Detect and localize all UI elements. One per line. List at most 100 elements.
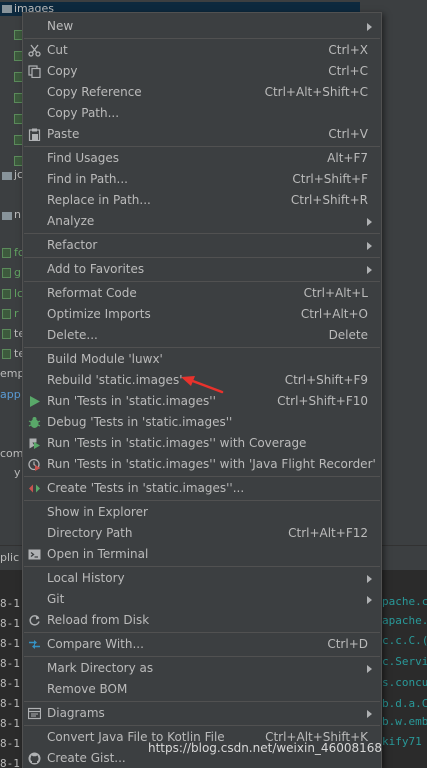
log-line: kify71	[382, 735, 422, 748]
menu-item-label: Local History	[47, 571, 125, 585]
menu-item-label: Cut	[47, 43, 68, 57]
folder-icon	[2, 5, 12, 13]
menu-item-label: Rebuild 'static.images'	[47, 373, 183, 387]
log-line: c.Servi	[382, 655, 427, 668]
menu-item-reformat-code[interactable]: Reformat Code Ctrl+Alt+L	[23, 283, 381, 304]
menu-item-paste[interactable]: Paste Ctrl+V	[23, 124, 381, 145]
menu-item-cut[interactable]: Cut Ctrl+X	[23, 40, 381, 61]
shortcut-label: Ctrl+D	[327, 637, 368, 651]
run-tab-label[interactable]: plic	[0, 551, 19, 564]
menu-item-label: Mark Directory as	[47, 661, 154, 675]
menu-item-directory-path[interactable]: Directory Path Ctrl+Alt+F12	[23, 523, 381, 544]
submenu-arrow-icon	[367, 596, 372, 604]
shortcut-label: Ctrl+Shift+F10	[277, 394, 368, 408]
menu-item-refactor[interactable]: Refactor	[23, 235, 381, 256]
menu-item-label: Find in Path...	[47, 172, 128, 186]
menu-item-label: Diagrams	[47, 706, 105, 720]
menu-item-find-in-path[interactable]: Find in Path... Ctrl+Shift+F	[23, 169, 381, 190]
menu-item-show-in-explorer[interactable]: Show in Explorer	[23, 502, 381, 523]
menu-item-copy-path[interactable]: Copy Path...	[23, 103, 381, 124]
log-line: s.concu	[382, 676, 427, 689]
log-line: b.d.a.C	[382, 697, 427, 710]
menu-item-label: Remove BOM	[47, 682, 128, 696]
menu-item-optimize-imports[interactable]: Optimize Imports Ctrl+Alt+O	[23, 304, 381, 325]
menu-item-run-jfr[interactable]: Run 'Tests in 'static.images'' with 'Jav…	[23, 454, 381, 475]
folder-icon	[2, 172, 12, 180]
menu-item-label: Copy Path...	[47, 106, 120, 120]
menu-item-open-in-terminal[interactable]: Open in Terminal	[23, 544, 381, 565]
coverage-icon	[28, 437, 41, 450]
menu-item-copy-reference[interactable]: Copy Reference Ctrl+Alt+Shift+C	[23, 82, 381, 103]
shortcut-label: Ctrl+Alt+Shift+C	[264, 85, 368, 99]
file-icon	[2, 309, 11, 319]
menu-item-label: Run 'Tests in 'static.images''	[47, 394, 216, 408]
log-line: apache.	[382, 614, 427, 627]
menu-item-local-history[interactable]: Local History	[23, 568, 381, 589]
tree-item-label: y	[14, 466, 21, 479]
log-line: 8-1	[0, 757, 20, 768]
submenu-arrow-icon	[367, 242, 372, 250]
menu-item-label: Run 'Tests in 'static.images'' with Cove…	[47, 436, 307, 450]
menu-item-create-tests[interactable]: Create 'Tests in 'static.images''...	[23, 478, 381, 499]
menu-item-label: Create 'Tests in 'static.images''...	[47, 481, 245, 495]
shortcut-label: Ctrl+C	[328, 64, 368, 78]
watermark-text: https://blog.csdn.net/weixin_46008168	[148, 741, 383, 755]
menu-item-copy[interactable]: Copy Ctrl+C	[23, 61, 381, 82]
terminal-icon	[28, 548, 41, 561]
shortcut-label: Ctrl+Shift+F	[292, 172, 368, 186]
menu-item-remove-bom[interactable]: Remove BOM	[23, 679, 381, 700]
menu-item-replace-in-path[interactable]: Replace in Path... Ctrl+Shift+R	[23, 190, 381, 211]
tree-item-label: emp	[0, 367, 25, 380]
log-line: pache.ca	[382, 595, 427, 608]
annotation-arrow-icon	[181, 376, 224, 394]
submenu-arrow-icon	[367, 218, 372, 226]
log-line: 8-1	[0, 697, 20, 710]
menu-item-mark-directory-as[interactable]: Mark Directory as	[23, 658, 381, 679]
menu-item-git[interactable]: Git	[23, 589, 381, 610]
shortcut-label: Ctrl+Shift+F9	[284, 373, 368, 387]
submenu-arrow-icon	[367, 266, 372, 274]
github-icon	[28, 752, 41, 765]
menu-item-find-usages[interactable]: Find Usages Alt+F7	[23, 148, 381, 169]
menu-item-reload-from-disk[interactable]: Reload from Disk	[23, 610, 381, 631]
tree-item-label: g	[14, 266, 21, 279]
tree-item-label: n	[14, 208, 21, 221]
log-line: c.c.C.(	[382, 634, 427, 647]
file-icon	[2, 329, 11, 339]
shortcut-label: Ctrl+Alt+L	[303, 286, 368, 300]
menu-item-label: Create Gist...	[47, 751, 126, 765]
log-line: 8-1	[0, 637, 20, 650]
menu-item-new[interactable]: New	[23, 16, 381, 37]
log-line: 8-1	[0, 617, 20, 630]
debug-icon	[28, 416, 41, 429]
menu-item-compare-with[interactable]: Compare With... Ctrl+D	[23, 634, 381, 655]
menu-item-label: Compare With...	[47, 637, 144, 651]
menu-item-label: Add to Favorites	[47, 262, 145, 276]
copy-icon	[28, 65, 41, 78]
log-line: 8-1	[0, 737, 20, 750]
menu-item-run-coverage[interactable]: Run 'Tests in 'static.images'' with Cove…	[23, 433, 381, 454]
menu-item-label: Analyze	[47, 214, 95, 228]
submenu-arrow-icon	[367, 575, 372, 583]
menu-item-add-to-favorites[interactable]: Add to Favorites	[23, 259, 381, 280]
shortcut-label: Ctrl+X	[328, 43, 368, 57]
log-line: 8-1	[0, 657, 20, 670]
menu-item-analyze[interactable]: Analyze	[23, 211, 381, 232]
menu-item-label: Delete...	[47, 328, 98, 342]
tree-item-label: r	[14, 307, 19, 320]
scissors-icon	[28, 44, 41, 57]
menu-item-label: Reload from Disk	[47, 613, 150, 627]
paste-icon	[28, 128, 41, 141]
menu-item-delete[interactable]: Delete... Delete	[23, 325, 381, 346]
menu-item-label: Copy Reference	[47, 85, 142, 99]
shortcut-label: Ctrl+Alt+O	[300, 307, 368, 321]
log-line: b.w.emb	[382, 715, 427, 728]
file-icon	[2, 349, 11, 359]
diagram-icon	[28, 707, 41, 720]
menu-item-debug-tests[interactable]: Debug 'Tests in 'static.images''	[23, 412, 381, 433]
file-icon	[2, 289, 11, 299]
shortcut-label: Ctrl+Alt+F12	[288, 526, 368, 540]
menu-item-diagrams[interactable]: Diagrams	[23, 703, 381, 724]
flight-recorder-icon	[28, 458, 41, 471]
menu-item-build-module[interactable]: Build Module 'luwx'	[23, 349, 381, 370]
